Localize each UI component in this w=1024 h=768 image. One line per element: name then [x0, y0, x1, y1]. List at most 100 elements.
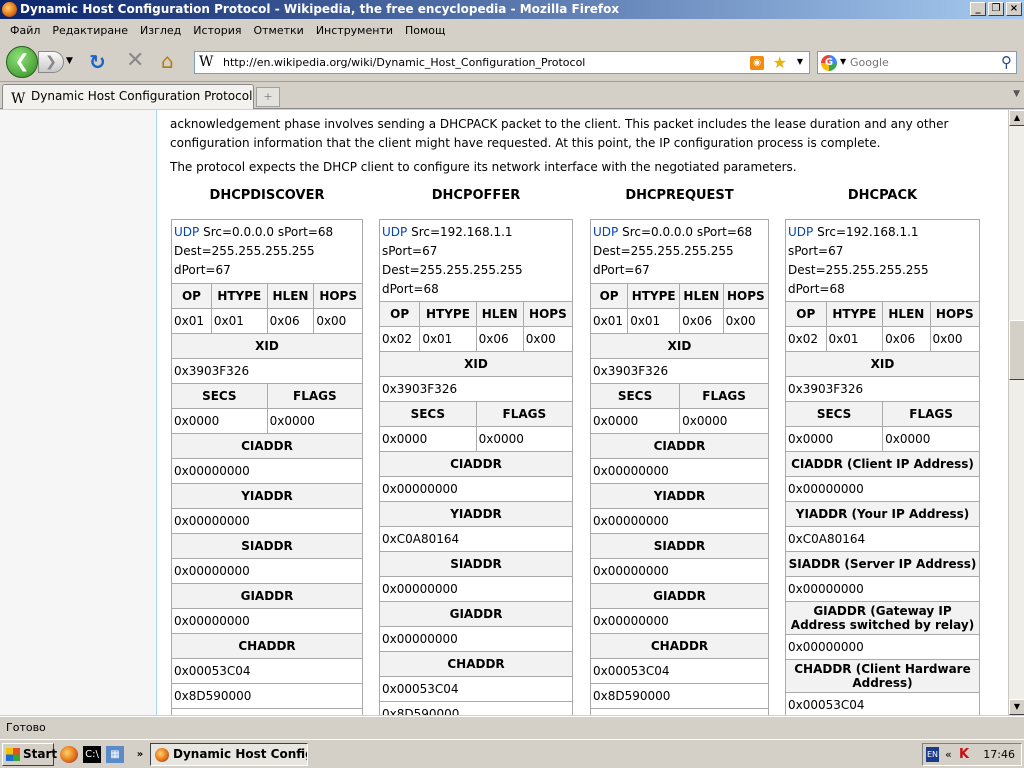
tray-expand-icon[interactable]: « — [945, 744, 952, 765]
field-value: 0x06 — [475, 326, 524, 352]
history-dropdown-icon[interactable]: ▼ — [66, 56, 73, 66]
udp-link[interactable]: UDP — [788, 225, 813, 239]
field-label: HLEN — [266, 283, 315, 309]
menu-bookmarks[interactable]: Отметки — [247, 21, 309, 41]
scroll-thumb[interactable] — [1009, 320, 1024, 380]
field-value: 0x06 — [679, 308, 724, 334]
rss-feed-icon[interactable]: ◉ — [750, 56, 764, 70]
tab-dhcp[interactable]: W Dynamic Host Configuration Protocol... — [2, 84, 254, 109]
explorer-quicklaunch-icon[interactable]: ▦ — [106, 746, 124, 763]
field-value: 0x01 — [210, 308, 268, 334]
field-label: GIADDR (Gateway IP Address switched by r… — [785, 601, 980, 635]
address-bar: W ◉ ★ ▼ — [194, 51, 810, 74]
field-label: YIADDR — [171, 483, 363, 509]
udp-dport: dPort=67 — [593, 263, 650, 277]
vertical-scrollbar[interactable]: ▲ ▼ — [1008, 110, 1024, 715]
menu-file[interactable]: Файл — [4, 21, 46, 41]
udp-header: UDP Src=0.0.0.0 sPort=68 Dest=255.255.255… — [590, 219, 769, 284]
field-value: 0x00 — [522, 326, 574, 352]
packet-heading: DHCPDISCOVER — [209, 188, 325, 203]
search-input[interactable] — [850, 54, 990, 71]
field-value: 0x06 — [882, 326, 931, 352]
search-engine-dropdown-icon[interactable]: ▼ — [840, 57, 846, 66]
start-label: Start — [23, 747, 58, 761]
bookmark-star-icon[interactable]: ★ — [773, 53, 787, 72]
field-value: 0x8D590000 — [379, 701, 573, 715]
field-value: 0x00000000 — [785, 634, 980, 660]
field-label: CIADDR — [171, 433, 363, 459]
status-text: Готово — [6, 721, 46, 734]
udp-header: UDP Src=0.0.0.0 sPort=68 Dest=255.255.255… — [171, 219, 363, 284]
tab-title: Dynamic Host Configuration Protocol... — [31, 89, 254, 103]
menu-help[interactable]: Помощ — [399, 21, 451, 41]
field-value: 0x0000 — [882, 426, 980, 452]
menu-view[interactable]: Изглед — [134, 21, 187, 41]
url-dropdown-icon[interactable]: ▼ — [797, 57, 803, 66]
close-button[interactable]: × — [1006, 2, 1022, 16]
udp-link[interactable]: UDP — [382, 225, 407, 239]
field-label: HLEN — [475, 301, 524, 327]
field-label: SIADDR — [379, 551, 573, 577]
tab-list-dropdown-icon[interactable]: ▼ — [1013, 89, 1020, 99]
back-button[interactable]: ❮ — [6, 46, 38, 78]
firefox-quicklaunch-icon[interactable] — [60, 746, 78, 763]
field-label: HLEN — [882, 301, 931, 327]
reload-icon[interactable]: ↻ — [89, 51, 106, 73]
field-label: CIADDR (Client IP Address) — [785, 451, 980, 477]
maximize-button[interactable]: ❐ — [988, 2, 1004, 16]
start-button[interactable]: Start — [2, 743, 58, 766]
cmd-quicklaunch-icon[interactable]: C:\ — [83, 746, 101, 763]
field-label: XID — [590, 333, 769, 359]
field-value: 0x8D590000 — [590, 683, 769, 709]
udp-dport: dPort=68 — [788, 282, 845, 296]
scroll-down-button[interactable]: ▼ — [1009, 699, 1024, 715]
field-value: 0x01 — [627, 308, 681, 334]
field-value: 0x00 — [929, 326, 981, 352]
page-content: acknowledgement phase involves sending a… — [0, 110, 1008, 715]
field-label: SIADDR — [171, 533, 363, 559]
field-value: 0x00000000 — [590, 458, 769, 484]
paragraph-ack: acknowledgement phase involves sending a… — [170, 115, 990, 153]
article-body: acknowledgement phase involves sending a… — [156, 110, 1008, 715]
field-value: 0x01 — [419, 326, 477, 352]
url-input[interactable] — [223, 54, 743, 71]
scroll-up-button[interactable]: ▲ — [1009, 110, 1024, 126]
tab-bar: W Dynamic Host Configuration Protocol...… — [0, 83, 1024, 109]
home-icon[interactable]: ⌂ — [161, 50, 174, 72]
field-value: 0x0000 — [379, 426, 477, 452]
field-label: SECS — [589, 383, 681, 409]
field-value: 0x00000000 — [171, 508, 363, 534]
udp-src: Src=0.0.0.0 sPort=68 — [199, 225, 334, 239]
language-indicator[interactable]: EN — [926, 747, 940, 762]
field-value: 0x06 — [266, 308, 315, 334]
field-value — [590, 708, 769, 715]
field-label: SIADDR — [590, 533, 769, 559]
new-tab-button[interactable]: + — [256, 87, 280, 107]
field-value: 0x01 — [825, 326, 884, 352]
minimize-button[interactable]: _ — [970, 2, 986, 16]
udp-src: Src=0.0.0.0 sPort=68 — [618, 225, 753, 239]
search-icon[interactable]: ⚲ — [1001, 53, 1012, 71]
field-label: CIADDR — [590, 433, 769, 459]
field-label: SECS — [784, 401, 884, 427]
udp-link[interactable]: UDP — [593, 225, 618, 239]
field-label: HTYPE — [825, 301, 884, 327]
menu-edit[interactable]: Редактиране — [46, 21, 134, 41]
taskbar-item-firefox[interactable]: Dynamic Host Configu... — [150, 743, 308, 766]
forward-button[interactable]: ❯ — [38, 51, 64, 73]
field-label: CHADDR — [379, 651, 573, 677]
udp-dest: Dest=255.255.255.255 — [174, 244, 315, 258]
field-label: CHADDR (Client Hardware Address) — [785, 659, 980, 693]
field-label: GIADDR — [171, 583, 363, 609]
menu-history[interactable]: История — [187, 21, 247, 41]
google-icon[interactable]: G — [821, 55, 837, 71]
antivirus-tray-icon[interactable]: K — [959, 747, 973, 762]
clock: 17:46 — [983, 748, 1015, 761]
field-label: SECS — [171, 383, 268, 409]
udp-link[interactable]: UDP — [174, 225, 199, 239]
field-label: HLEN — [679, 283, 724, 309]
field-value: 0x00053C04 — [171, 658, 363, 684]
stop-icon[interactable]: ✕ — [126, 50, 144, 72]
quicklaunch-overflow-icon[interactable]: » — [131, 746, 149, 763]
menu-tools[interactable]: Инструменти — [310, 21, 399, 41]
